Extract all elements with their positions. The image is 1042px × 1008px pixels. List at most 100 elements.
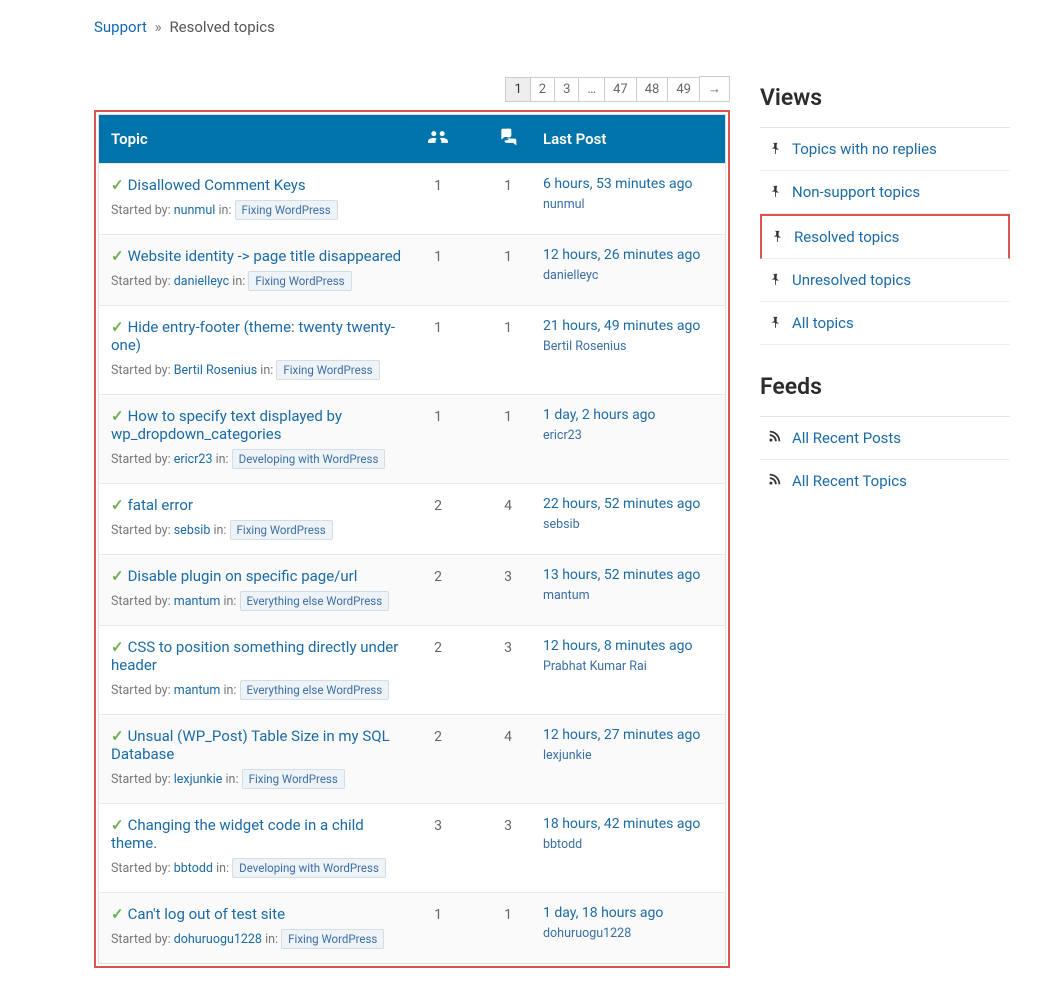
last-post-time[interactable]: 21 hours, 49 minutes ago	[543, 318, 713, 334]
voices-count: 1	[403, 318, 473, 380]
forum-badge[interactable]: Fixing WordPress	[281, 929, 384, 949]
last-post-time[interactable]: 1 day, 18 hours ago	[543, 905, 713, 921]
in-label: in:	[216, 452, 229, 467]
in-label: in:	[260, 363, 273, 378]
topic-title[interactable]: Website identity -> page title disappear…	[128, 247, 402, 265]
posts-count: 1	[473, 905, 543, 949]
topic-author[interactable]: nunmul	[174, 203, 216, 218]
topic-title[interactable]: Can't log out of test site	[128, 905, 285, 923]
th-last-post: Last Post	[543, 130, 713, 148]
table-row: ✓Disable plugin on specific page/urlStar…	[99, 554, 725, 625]
page-48[interactable]: 48	[636, 77, 669, 102]
sidebar-view-label: Non-support topics	[792, 183, 920, 201]
page-49[interactable]: 49	[667, 77, 700, 102]
forum-badge[interactable]: Fixing WordPress	[242, 769, 345, 789]
last-post-user[interactable]: ericr23	[543, 428, 582, 443]
table-row: ✓Hide entry-footer (theme: twenty twenty…	[99, 305, 725, 394]
posts-count: 1	[473, 176, 543, 220]
table-row: ✓Disallowed Comment KeysStarted by: nunm…	[99, 163, 725, 234]
forum-badge[interactable]: Developing with WordPress	[232, 449, 386, 469]
topic-author[interactable]: ericr23	[174, 452, 213, 467]
topic-author[interactable]: danielleyc	[174, 274, 229, 289]
resolved-check-icon: ✓	[111, 905, 124, 923]
last-post-user[interactable]: Prabhat Kumar Rai	[543, 659, 647, 674]
topic-author[interactable]: sebsib	[174, 523, 211, 538]
started-by-label: Started by:	[111, 683, 171, 698]
table-row: ✓How to specify text displayed by wp_dro…	[99, 394, 725, 483]
last-post-time[interactable]: 18 hours, 42 minutes ago	[543, 816, 713, 832]
pin-icon	[768, 271, 782, 289]
last-post-time[interactable]: 12 hours, 26 minutes ago	[543, 247, 713, 263]
sidebar-view-non-support-topics[interactable]: Non-support topics	[760, 171, 1010, 214]
page-2[interactable]: 2	[530, 77, 555, 102]
page-next[interactable]: →	[699, 76, 730, 102]
sidebar-feed-all-recent-posts[interactable]: All Recent Posts	[760, 417, 1010, 460]
last-post-time[interactable]: 12 hours, 8 minutes ago	[543, 638, 713, 654]
rss-icon	[768, 429, 782, 447]
topic-title[interactable]: fatal error	[128, 496, 193, 514]
last-post-user[interactable]: nunmul	[543, 197, 585, 212]
breadcrumb-separator: »	[155, 18, 162, 36]
resolved-check-icon: ✓	[111, 496, 124, 514]
topic-author[interactable]: mantum	[174, 683, 221, 698]
started-by-label: Started by:	[111, 274, 171, 289]
forum-badge[interactable]: Fixing WordPress	[235, 200, 338, 220]
forum-badge[interactable]: Everything else WordPress	[240, 680, 390, 700]
topic-title[interactable]: CSS to position something directly under…	[111, 638, 398, 674]
posts-count: 4	[473, 727, 543, 789]
started-by-label: Started by:	[111, 203, 171, 218]
sidebar-view-topics-with-no-replies[interactable]: Topics with no replies	[760, 128, 1010, 171]
started-by-label: Started by:	[111, 452, 171, 467]
page-3[interactable]: 3	[554, 77, 579, 102]
last-post-time[interactable]: 22 hours, 52 minutes ago	[543, 496, 713, 512]
topic-title[interactable]: Hide entry-footer (theme: twenty twenty-…	[111, 318, 395, 354]
topic-author[interactable]: lexjunkie	[174, 772, 223, 787]
started-by-label: Started by:	[111, 594, 171, 609]
topic-title[interactable]: Disable plugin on specific page/url	[128, 567, 358, 585]
topic-author[interactable]: mantum	[174, 594, 221, 609]
last-post-user[interactable]: bbtodd	[543, 837, 582, 852]
page-47[interactable]: 47	[604, 77, 637, 102]
sidebar-feed-label: All Recent Posts	[792, 429, 901, 447]
pin-icon	[768, 314, 782, 332]
resolved-check-icon: ✓	[111, 638, 124, 656]
table-row: ✓fatal errorStarted by: sebsib in: Fixin…	[99, 483, 725, 554]
forum-badge[interactable]: Fixing WordPress	[230, 520, 333, 540]
last-post-user[interactable]: sebsib	[543, 517, 580, 532]
forum-badge[interactable]: Everything else WordPress	[240, 591, 390, 611]
topic-author[interactable]: Bertil Rosenius	[174, 363, 257, 378]
topic-title[interactable]: How to specify text displayed by wp_drop…	[111, 407, 342, 443]
last-post-user[interactable]: lexjunkie	[543, 748, 592, 763]
resolved-check-icon: ✓	[111, 318, 124, 336]
table-row: ✓Can't log out of test siteStarted by: d…	[99, 892, 725, 963]
last-post-time[interactable]: 6 hours, 53 minutes ago	[543, 176, 713, 192]
last-post-user[interactable]: danielleyc	[543, 268, 598, 283]
breadcrumb-current: Resolved topics	[169, 18, 274, 36]
last-post-user[interactable]: Bertil Rosenius	[543, 339, 626, 354]
last-post-time[interactable]: 12 hours, 27 minutes ago	[543, 727, 713, 743]
forum-badge[interactable]: Fixing WordPress	[248, 271, 351, 291]
last-post-user[interactable]: mantum	[543, 588, 590, 603]
in-label: in:	[223, 594, 236, 609]
sidebar-view-all-topics[interactable]: All topics	[760, 302, 1010, 345]
voices-count: 2	[403, 567, 473, 611]
last-post-user[interactable]: dohuruogu1228	[543, 926, 631, 941]
sidebar-feed-all-recent-topics[interactable]: All Recent Topics	[760, 460, 1010, 502]
voices-count: 1	[403, 905, 473, 949]
page-dots: …	[578, 77, 605, 102]
last-post-time[interactable]: 1 day, 2 hours ago	[543, 407, 713, 423]
views-list: Topics with no replies Non-support topics…	[760, 128, 1010, 345]
topic-author[interactable]: bbtodd	[174, 861, 213, 876]
voices-count: 2	[403, 496, 473, 540]
sidebar-view-unresolved-topics[interactable]: Unresolved topics	[760, 259, 1010, 302]
forum-badge[interactable]: Fixing WordPress	[276, 360, 379, 380]
topic-title[interactable]: Disallowed Comment Keys	[128, 176, 306, 194]
breadcrumb-root[interactable]: Support	[94, 18, 147, 36]
resolved-check-icon: ✓	[111, 816, 124, 834]
last-post-time[interactable]: 13 hours, 52 minutes ago	[543, 567, 713, 583]
sidebar-view-resolved-topics[interactable]: Resolved topics	[760, 214, 1010, 259]
topic-author[interactable]: dohuruogu1228	[174, 932, 262, 947]
topic-title[interactable]: Changing the widget code in a child them…	[111, 816, 364, 852]
topic-title[interactable]: Unsual (WP_Post) Table Size in my SQL Da…	[111, 727, 390, 763]
forum-badge[interactable]: Developing with WordPress	[232, 858, 386, 878]
